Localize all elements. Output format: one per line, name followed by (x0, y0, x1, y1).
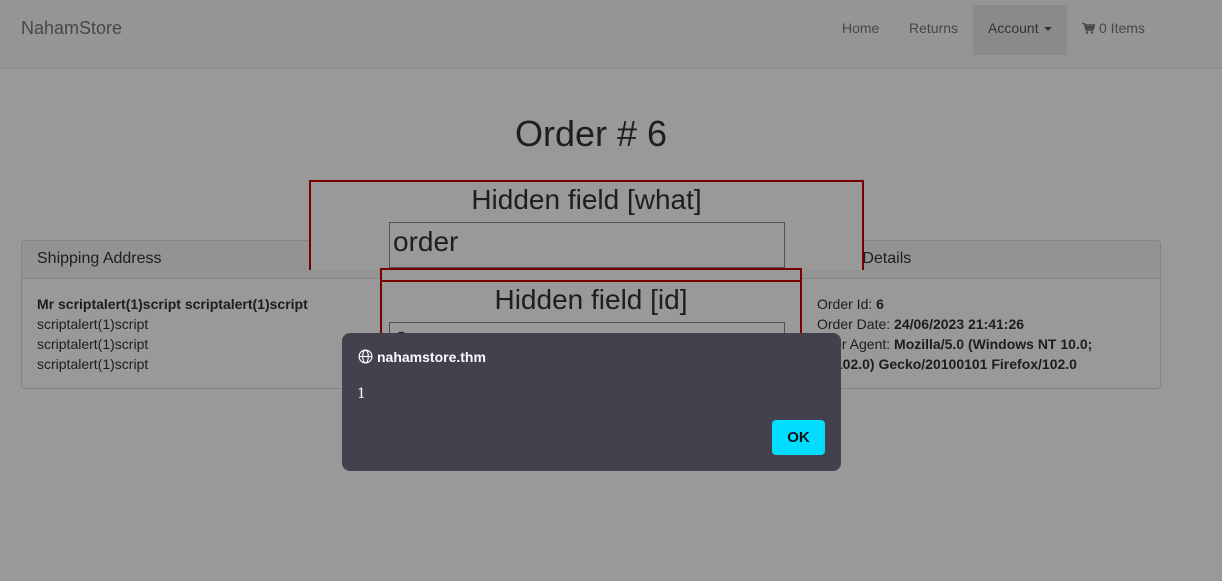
page: NahamStore Home Returns Account 0 Items … (0, 0, 1222, 581)
alert-dialog: nahamstore.thm 1 OK (342, 333, 841, 471)
dialog-message: 1 (357, 386, 366, 402)
globe-icon (358, 349, 373, 364)
dialog-origin-text: nahamstore.thm (377, 349, 486, 365)
ok-button[interactable]: OK (772, 420, 825, 455)
dialog-origin: nahamstore.thm (358, 349, 486, 365)
modal-overlay (0, 0, 1222, 581)
